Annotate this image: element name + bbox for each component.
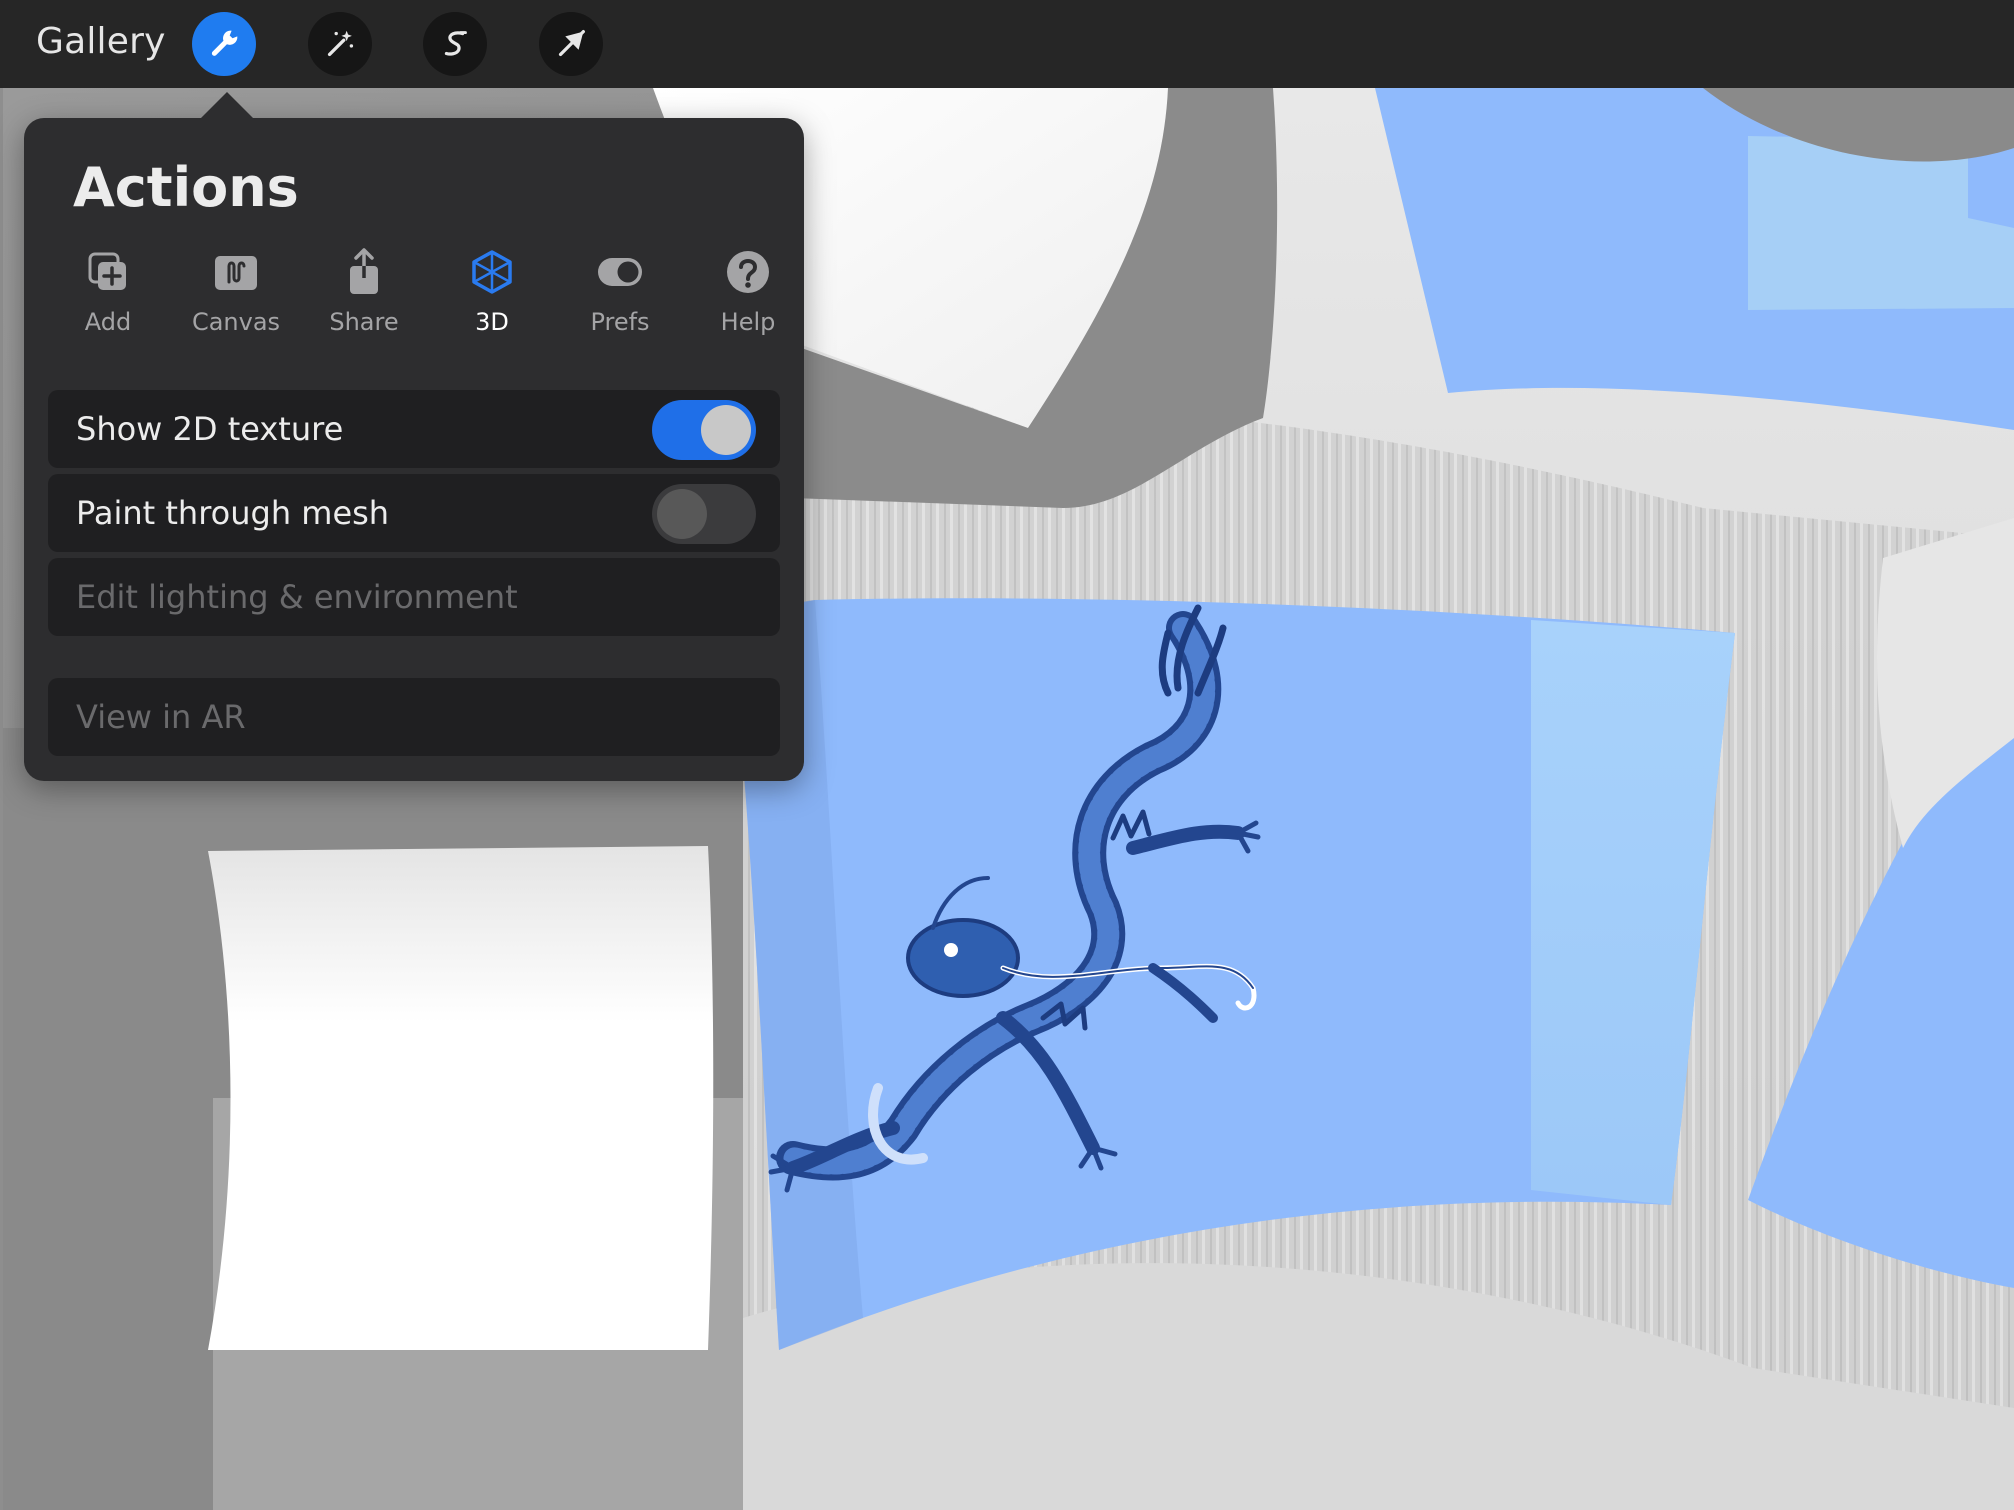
wrench-icon: [211, 30, 238, 56]
view-in-ar-row[interactable]: View in AR: [48, 678, 780, 756]
option-label: Show 2D texture: [76, 410, 344, 448]
tab-prefs[interactable]: Prefs: [556, 248, 684, 348]
tab-label: 3D: [475, 308, 509, 336]
show-2d-texture-toggle[interactable]: [652, 400, 756, 460]
show-2d-texture-row[interactable]: Show 2D texture: [48, 390, 780, 468]
option-label: View in AR: [76, 698, 246, 736]
selection-icon: [444, 31, 467, 56]
top-toolbar: Gallery: [0, 0, 2014, 88]
tab-label: Add: [84, 308, 132, 336]
popover-arrow: [199, 92, 255, 120]
add-layer-icon: [88, 252, 126, 290]
tab-label: Share: [329, 308, 399, 336]
paint-through-mesh-row[interactable]: Paint through mesh: [48, 474, 780, 552]
panel-title: Actions: [73, 156, 299, 219]
cube-3d-icon: [472, 250, 512, 294]
tab-label: Canvas: [191, 308, 281, 336]
share-icon: [350, 248, 378, 294]
magic-wand-icon: [327, 30, 354, 57]
gallery-button[interactable]: Gallery: [36, 21, 166, 62]
toggle-knob: [657, 489, 707, 539]
option-label: Paint through mesh: [76, 494, 390, 532]
selection-button[interactable]: [423, 12, 487, 76]
transform-button[interactable]: [539, 12, 603, 76]
actions-panel: Actions Add Canvas Share 3D Prefs Help S…: [24, 118, 804, 781]
tab-label: Help: [720, 308, 776, 336]
tab-canvas[interactable]: Canvas: [172, 248, 300, 348]
adjustments-button[interactable]: [308, 12, 372, 76]
tab-3d[interactable]: 3D: [428, 248, 556, 348]
tab-add[interactable]: Add: [44, 248, 172, 348]
help-icon: [727, 251, 769, 293]
tab-share[interactable]: Share: [300, 248, 428, 348]
paint-through-mesh-toggle[interactable]: [652, 484, 756, 544]
option-label: Edit lighting & environment: [76, 578, 518, 616]
toggle-knob: [701, 405, 751, 455]
edit-lighting-row[interactable]: Edit lighting & environment: [48, 558, 780, 636]
actions-tab-bar: Add Canvas Share 3D Prefs Help: [44, 248, 784, 348]
actions-wrench-button[interactable]: [192, 12, 256, 76]
transform-arrow-icon: [558, 30, 585, 57]
tab-label: Prefs: [590, 308, 650, 336]
toggle-prefs-icon: [598, 258, 642, 286]
tab-help[interactable]: Help: [684, 248, 812, 348]
canvas-icon: [215, 256, 257, 290]
